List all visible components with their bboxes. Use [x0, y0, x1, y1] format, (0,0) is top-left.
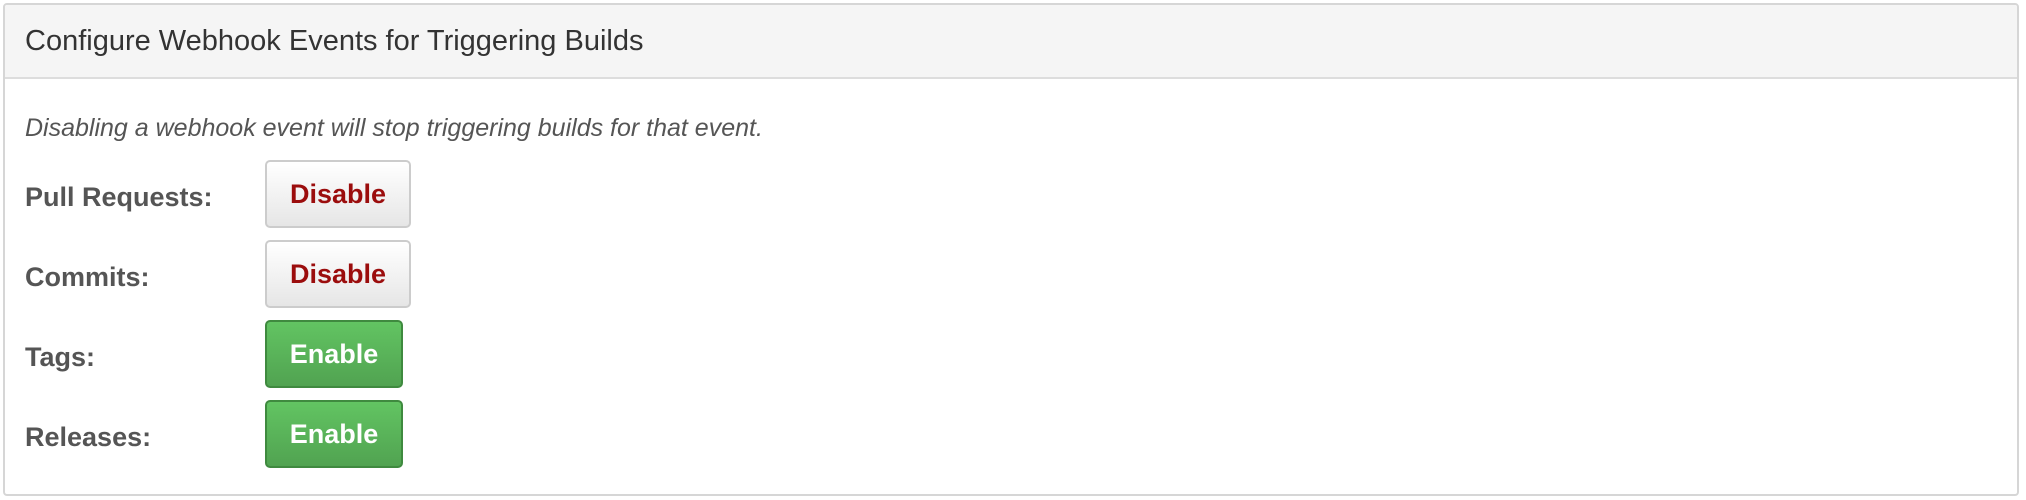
commits-disable-button[interactable]: Disable: [265, 240, 411, 308]
panel-title: Configure Webhook Events for Triggering …: [25, 24, 644, 57]
pull-requests-label: Pull Requests:: [25, 181, 213, 212]
releases-enable-button[interactable]: Enable: [265, 400, 403, 468]
releases-label: Releases:: [25, 421, 152, 452]
event-row-pull-requests: Pull Requests: Disable: [25, 159, 1997, 229]
pull-requests-disable-button[interactable]: Disable: [265, 160, 411, 228]
panel-header: Configure Webhook Events for Triggering …: [5, 5, 2017, 79]
event-row-releases: Releases: Enable: [25, 399, 1997, 469]
commits-label: Commits:: [25, 261, 150, 292]
event-row-tags: Tags: Enable: [25, 319, 1997, 389]
tags-enable-button[interactable]: Enable: [265, 320, 403, 388]
panel-description: Disabling a webhook event will stop trig…: [25, 114, 763, 142]
event-row-commits: Commits: Disable: [25, 239, 1997, 309]
panel-body: Disabling a webhook event will stop trig…: [5, 79, 2017, 469]
webhook-events-panel: Configure Webhook Events for Triggering …: [3, 3, 2019, 496]
tags-label: Tags:: [25, 341, 96, 372]
